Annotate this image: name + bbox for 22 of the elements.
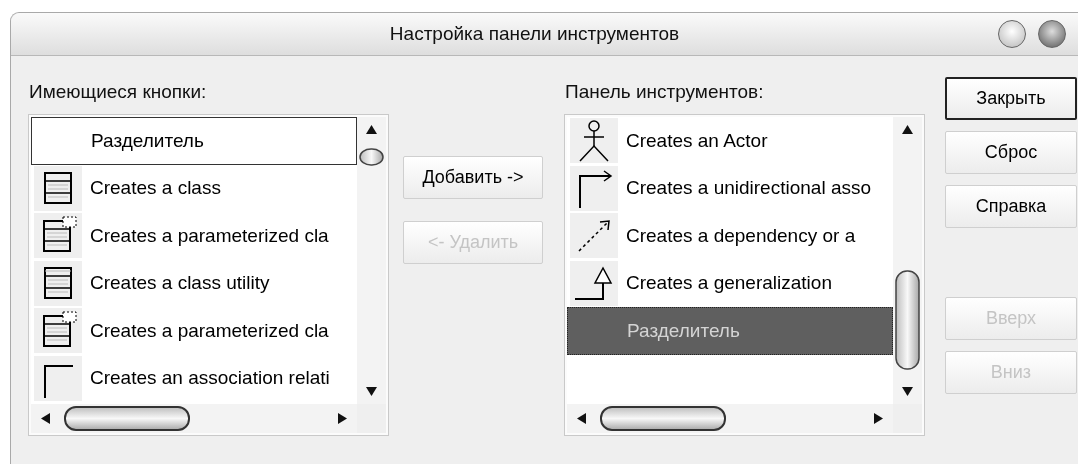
actor-icon [576, 119, 612, 162]
list-item[interactable]: Creates a class utility [31, 259, 357, 307]
list-item[interactable]: Creates a parameterized cla [31, 212, 357, 260]
list-item[interactable]: Разделитель [567, 307, 893, 355]
window-title: Настройка панели инструментов [388, 23, 681, 45]
list-label: Панель инструментов: [565, 80, 765, 104]
generalization-arrow-icon [573, 265, 615, 302]
window-button[interactable] [998, 20, 1026, 48]
window-button[interactable] [1038, 20, 1066, 48]
list-item[interactable]: Creates a class [31, 164, 357, 212]
dialog-button[interactable]: Сброс [945, 131, 1077, 174]
list-item[interactable]: Creates a generalization [567, 259, 893, 307]
list-item[interactable]: Creates a dependency or a [567, 212, 893, 260]
list-item[interactable]: Разделитель [31, 117, 357, 165]
transfer-button[interactable]: Добавить -> [403, 156, 543, 199]
list-item[interactable]: Creates a unidirectional asso [567, 164, 893, 212]
list-label: Имеющиеся кнопки: [29, 80, 208, 104]
list-item[interactable]: Creates an Actor [567, 117, 893, 165]
list-item[interactable]: Creates a parameterized cla [31, 307, 357, 355]
list-item[interactable]: Creates an association relati [31, 354, 357, 402]
dialog-button[interactable]: Закрыть [945, 77, 1077, 120]
dialog-button[interactable]: Справка [945, 185, 1077, 228]
